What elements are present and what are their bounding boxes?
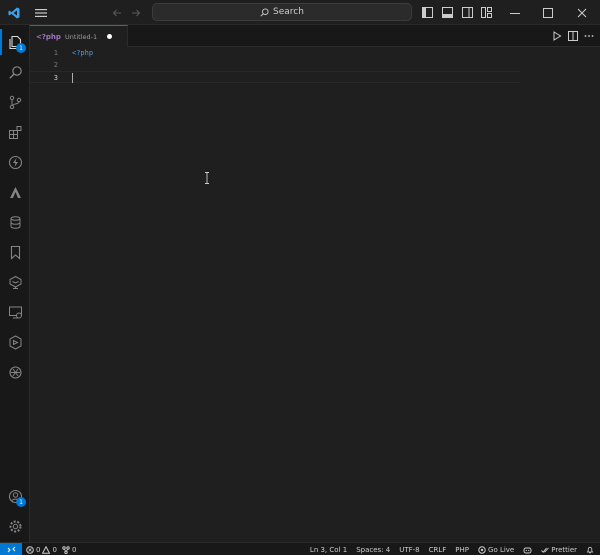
run-icon[interactable] — [552, 31, 562, 41]
explorer-icon[interactable]: 1 — [0, 27, 30, 57]
line-number: 2 — [53, 61, 58, 69]
toggle-secondary-sidebar-icon[interactable] — [460, 0, 474, 25]
ports-icon — [62, 545, 70, 554]
cloud-icon[interactable] — [0, 267, 30, 297]
notifications-bell-icon[interactable] — [586, 546, 594, 554]
toggle-panel-icon[interactable] — [440, 0, 454, 25]
copilot-icon[interactable] — [523, 546, 532, 554]
openai-icon[interactable] — [0, 357, 30, 387]
code-editor[interactable]: 1 <?php 2 3 — [30, 47, 600, 542]
code-line-1[interactable]: 1 <?php — [30, 47, 520, 59]
forward-arrow-icon[interactable] — [129, 0, 143, 25]
back-arrow-icon[interactable] — [110, 0, 124, 25]
status-right: Ln 3, Col 1 Spaces: 4 UTF-8 CRLF PHP Go … — [310, 543, 594, 555]
remote-indicator[interactable] — [0, 543, 22, 555]
more-actions-icon[interactable] — [584, 31, 594, 41]
editor-actions — [552, 25, 594, 47]
line-text: <?php — [72, 49, 94, 57]
double-check-icon — [541, 547, 550, 553]
text-cursor — [72, 73, 73, 83]
encoding[interactable]: UTF-8 — [399, 546, 419, 554]
search-icon[interactable] — [0, 57, 30, 87]
warning-count: 0 — [52, 545, 57, 554]
menu-icon[interactable] — [32, 0, 50, 25]
code-line-2[interactable]: 2 — [30, 59, 520, 71]
vscode-logo-icon — [6, 0, 22, 25]
language-mode[interactable]: PHP — [455, 546, 469, 554]
explorer-badge: 1 — [16, 43, 26, 53]
line-number: 1 — [53, 49, 58, 57]
warning-icon — [42, 545, 51, 554]
code-line-3[interactable]: 3 — [30, 71, 520, 83]
editor-tab-bar: <?php Untitled-1 — [30, 25, 600, 47]
tab-title: Untitled-1 — [64, 32, 98, 41]
close-icon[interactable] — [572, 0, 592, 25]
box-icon[interactable] — [0, 327, 30, 357]
database-icon[interactable] — [0, 207, 30, 237]
maximize-icon[interactable] — [538, 0, 558, 25]
status-bar: 0 0 0 Ln 3, Col 1 Spaces: 4 UTF-8 CRLF P… — [0, 542, 600, 555]
prettier-button[interactable]: Prettier — [541, 546, 577, 554]
customize-layout-icon[interactable] — [479, 0, 493, 25]
title-bar: Search — [0, 0, 600, 25]
bookmark-icon[interactable] — [0, 237, 30, 267]
line-number: 3 — [53, 74, 58, 82]
indentation[interactable]: Spaces: 4 — [356, 546, 390, 554]
problems-indicator[interactable]: 0 0 — [26, 545, 57, 554]
triangle-icon[interactable] — [0, 177, 30, 207]
error-count: 0 — [36, 545, 41, 554]
ports-count: 0 — [71, 545, 77, 554]
source-control-icon[interactable] — [0, 87, 30, 117]
tab-untitled-1[interactable]: <?php Untitled-1 — [30, 25, 128, 47]
split-editor-icon[interactable] — [568, 31, 578, 41]
search-label: Search — [273, 7, 304, 17]
remote-icon — [7, 546, 15, 553]
error-icon — [26, 545, 34, 554]
search-icon — [260, 7, 269, 17]
cursor-position[interactable]: Ln 3, Col 1 — [310, 546, 347, 554]
status-left: 0 0 0 — [26, 543, 76, 555]
extensions-icon[interactable] — [0, 117, 30, 147]
remote-explorer-icon[interactable] — [0, 297, 30, 327]
toggle-primary-sidebar-icon[interactable] — [420, 0, 434, 25]
line-endings[interactable]: CRLF — [429, 546, 447, 554]
mouse-ibeam-icon — [204, 172, 210, 184]
php-file-icon: <?php — [36, 32, 61, 41]
thunder-icon[interactable] — [0, 147, 30, 177]
prettier-label: Prettier — [551, 545, 577, 554]
command-center-search[interactable]: Search — [152, 3, 412, 21]
broadcast-icon — [478, 545, 486, 554]
go-live-button[interactable]: Go Live — [478, 546, 514, 554]
accounts-badge: 1 — [16, 497, 26, 507]
go-live-label: Go Live — [488, 545, 515, 554]
unsaved-dot-icon[interactable] — [107, 34, 113, 39]
activity-bar: 1 1 — [0, 25, 30, 542]
minimize-icon[interactable] — [505, 0, 525, 25]
manage-icon[interactable] — [0, 511, 30, 541]
ports-indicator[interactable]: 0 — [62, 546, 76, 554]
accounts-icon[interactable]: 1 — [0, 481, 30, 511]
